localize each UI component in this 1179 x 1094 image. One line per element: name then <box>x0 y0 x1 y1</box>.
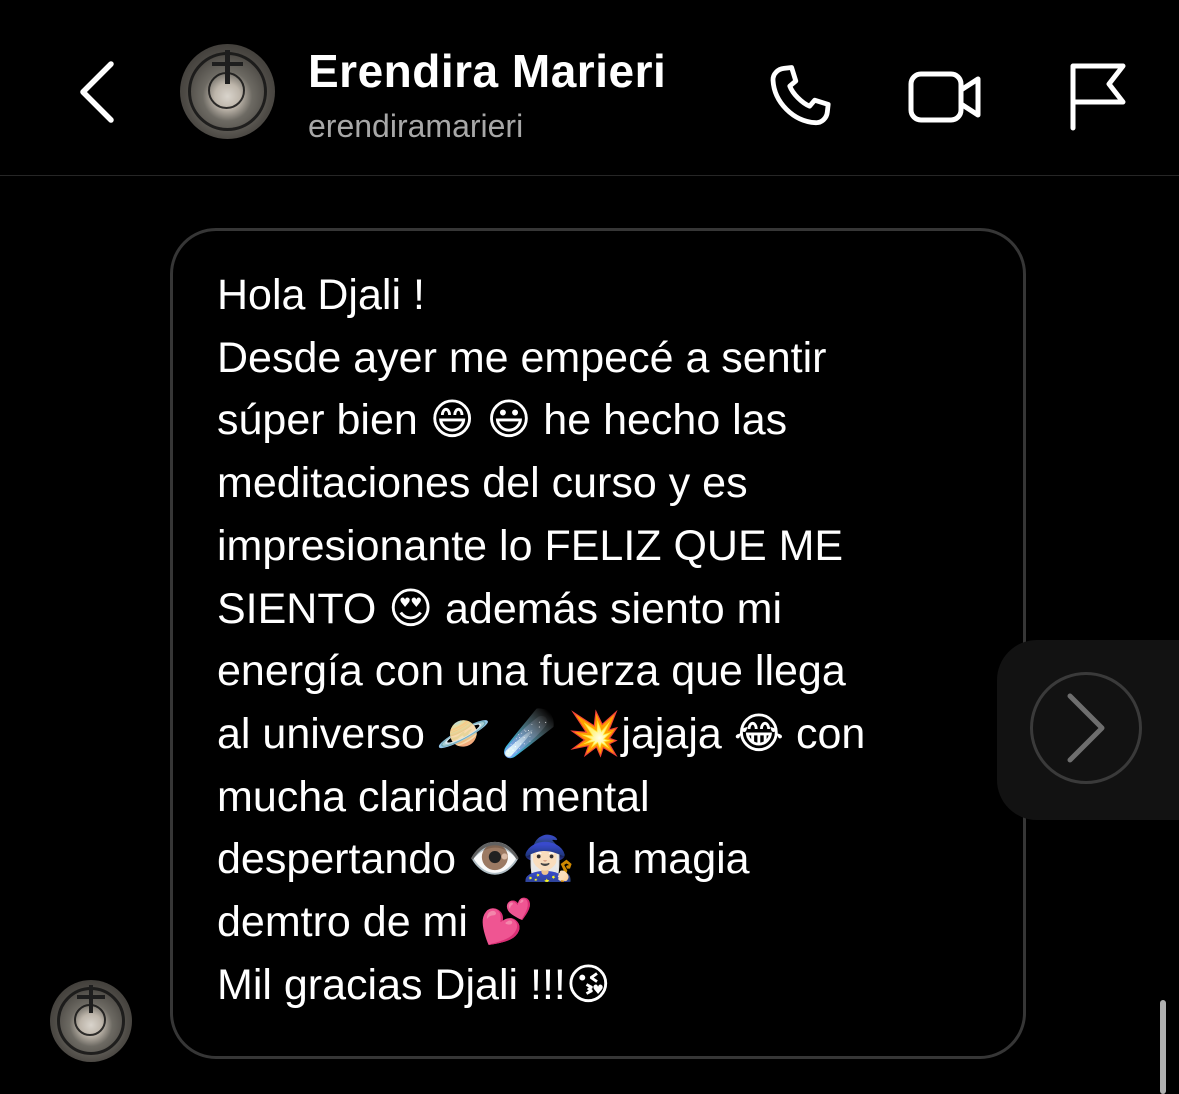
chevron-left-icon <box>80 61 114 123</box>
contact-username[interactable]: erendiramarieri <box>308 108 523 145</box>
video-camera-icon <box>908 71 981 123</box>
avatar[interactable] <box>180 44 275 139</box>
report-button[interactable] <box>1055 56 1135 136</box>
contact-name[interactable]: Erendira Marieri <box>308 44 666 98</box>
video-call-button[interactable] <box>905 56 985 136</box>
avatar-detail <box>89 985 93 1013</box>
back-button[interactable] <box>62 52 132 132</box>
chat-header: Erendira Marieri erendiramarieri <box>0 0 1179 176</box>
scrollbar[interactable] <box>1160 1000 1166 1094</box>
flag-icon <box>1070 63 1126 131</box>
sender-avatar[interactable] <box>50 980 132 1062</box>
call-button[interactable] <box>760 56 840 136</box>
avatar-detail <box>212 62 243 66</box>
avatar-detail <box>77 995 105 999</box>
forward-button[interactable] <box>1030 672 1142 784</box>
chevron-right-icon <box>1067 693 1105 763</box>
phone-icon <box>770 65 831 126</box>
avatar-detail <box>225 50 230 84</box>
message-text: Hola Djali ! Desde ayer me empecé a sent… <box>217 271 866 1009</box>
